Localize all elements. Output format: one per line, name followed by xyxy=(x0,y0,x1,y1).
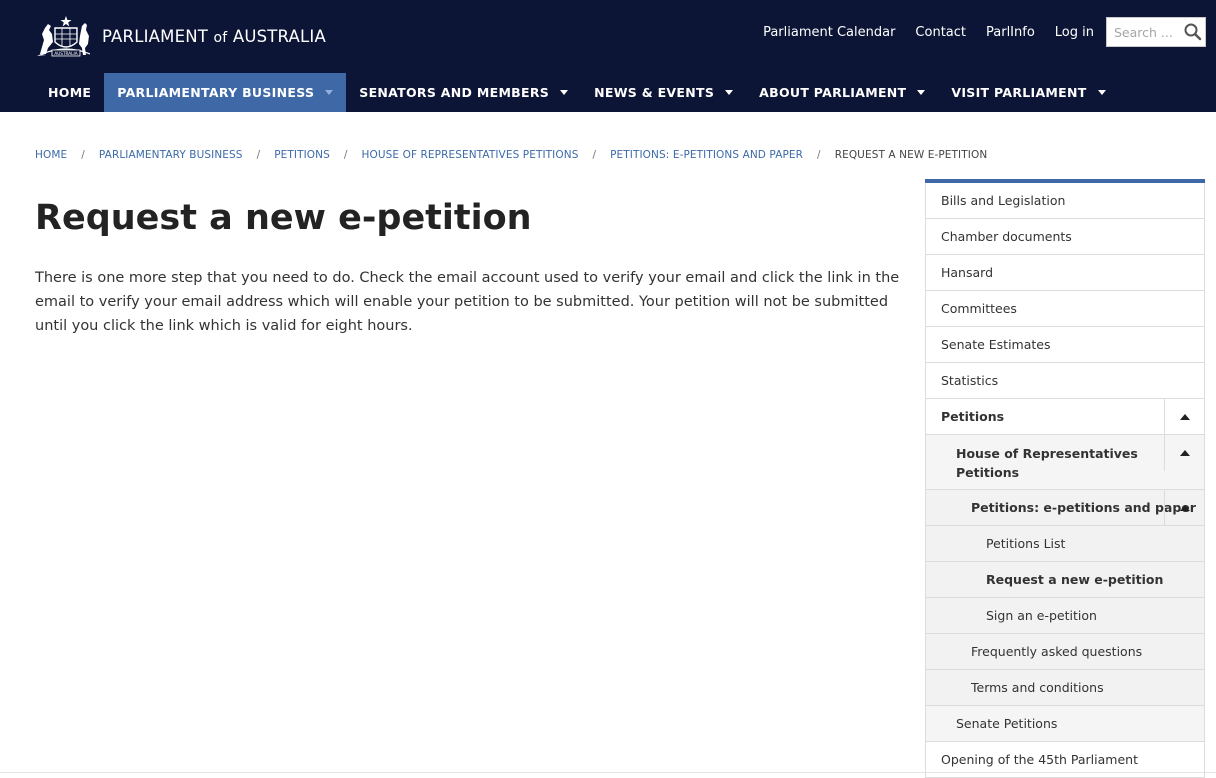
breadcrumb-separator: / xyxy=(343,149,348,161)
coat-of-arms-icon: AUSTRALIA xyxy=(36,16,91,57)
breadcrumb: HOME / PARLIAMENTARY BUSINESS / PETITION… xyxy=(35,147,987,163)
search-box[interactable]: Search ... xyxy=(1106,17,1206,47)
sidebar-item-label: Request a new e-petition xyxy=(986,572,1164,587)
breadcrumb-home[interactable]: HOME xyxy=(35,149,67,161)
page-title: Request a new e-petition xyxy=(35,198,532,238)
contact-link[interactable]: Contact xyxy=(915,25,966,40)
logo-text-country: AUSTRALIA xyxy=(232,26,326,46)
crest-banner-text: AUSTRALIA xyxy=(54,51,77,56)
logo-text-of: of xyxy=(213,29,228,46)
breadcrumb-separator: / xyxy=(592,149,597,161)
nav-about-parliament[interactable]: ABOUT PARLIAMENT xyxy=(746,73,938,112)
nav-news-events[interactable]: NEWS & EVENTS xyxy=(581,73,746,112)
logo-text-main: PARLIAMENT xyxy=(101,26,209,46)
breadcrumb-parliamentary-business[interactable]: PARLIAMENTARY BUSINESS xyxy=(99,149,243,161)
sidebar-item-sign-e-petition[interactable]: Sign an e-petition xyxy=(925,598,1205,634)
collapse-toggle[interactable] xyxy=(1164,435,1204,471)
sidebar-item-statistics[interactable]: Statistics xyxy=(925,363,1205,399)
sidebar-item-label: House of Representatives Petitions xyxy=(956,446,1138,480)
instructions-text: There is one more step that you need to … xyxy=(35,270,900,334)
search-icon[interactable] xyxy=(1183,22,1203,42)
main-nav: HOME PARLIAMENTARY BUSINESS SENATORS AND… xyxy=(35,73,1119,112)
log-in-link[interactable]: Log in xyxy=(1055,25,1094,40)
sidebar-item-chamber-documents[interactable]: Chamber documents xyxy=(925,219,1205,255)
utility-nav: Parliament Calendar Contact ParlInfo Log… xyxy=(763,17,1206,47)
sidebar-item-senate-estimates[interactable]: Senate Estimates xyxy=(925,327,1205,363)
triangle-up-icon xyxy=(1179,504,1190,511)
sidebar-item-e-petitions-and-paper[interactable]: Petitions: e-petitions and paper xyxy=(925,490,1205,526)
sidebar-item-label: Committees xyxy=(941,301,1017,316)
chevron-down-icon xyxy=(325,90,334,95)
sidebar-item-bills-and-legislation[interactable]: Bills and Legislation xyxy=(925,183,1205,219)
page-divider xyxy=(0,772,1216,773)
sidebar-item-label: Hansard xyxy=(941,265,994,280)
sidebar-item-senate-petitions[interactable]: Senate Petitions xyxy=(925,706,1205,742)
nav-about-parliament-label: ABOUT PARLIAMENT xyxy=(759,85,907,100)
site-header: AUSTRALIA PARLIAMENT of AUSTRALIA Parlia… xyxy=(0,0,1216,112)
breadcrumb-petitions[interactable]: PETITIONS xyxy=(274,149,330,161)
breadcrumb-separator: / xyxy=(817,149,821,161)
sidebar-item-label: Chamber documents xyxy=(941,229,1072,244)
sidebar-item-hansard[interactable]: Hansard xyxy=(925,255,1205,291)
nav-senators-and-members-label: SENATORS AND MEMBERS xyxy=(359,85,550,100)
sidebar-item-request-new-e-petition[interactable]: Request a new e-petition xyxy=(925,562,1205,598)
triangle-up-icon xyxy=(1179,450,1190,456)
nav-news-events-label: NEWS & EVENTS xyxy=(594,85,715,100)
sidebar-item-petitions[interactable]: Petitions xyxy=(925,399,1205,435)
collapse-toggle[interactable] xyxy=(1164,490,1204,525)
nav-home[interactable]: HOME xyxy=(35,73,104,112)
parliament-calendar-link[interactable]: Parliament Calendar xyxy=(763,25,895,40)
nav-senators-and-members[interactable]: SENATORS AND MEMBERS xyxy=(346,73,581,112)
nav-visit-parliament[interactable]: VISIT PARLIAMENT xyxy=(938,73,1118,112)
sidebar-item-label: Opening of the 45th Parliament xyxy=(941,752,1138,767)
sidebar-item-label: Petitions: e-petitions and paper xyxy=(971,500,1196,515)
sidebar-item-petitions-list[interactable]: Petitions List xyxy=(925,526,1205,562)
nav-parliamentary-business[interactable]: PARLIAMENTARY BUSINESS xyxy=(104,73,347,112)
section-sidebar: Bills and Legislation Chamber documents … xyxy=(925,179,1205,778)
sidebar-item-house-of-representatives-petitions[interactable]: House of Representatives Petitions xyxy=(925,435,1205,490)
breadcrumb-separator: / xyxy=(256,149,261,161)
triangle-up-icon xyxy=(1179,413,1190,420)
nav-home-label: HOME xyxy=(48,85,92,100)
sidebar-item-label: Senate Petitions xyxy=(956,716,1058,731)
sidebar-item-label: Statistics xyxy=(941,373,999,388)
breadcrumb-current: REQUEST A NEW E-PETITION xyxy=(834,149,988,161)
nav-parliamentary-business-label: PARLIAMENTARY BUSINESS xyxy=(117,85,315,100)
breadcrumb-separator: / xyxy=(81,149,85,161)
site-logo[interactable]: AUSTRALIA PARLIAMENT of AUSTRALIA xyxy=(36,14,326,58)
chevron-down-icon xyxy=(1097,90,1106,95)
sidebar-item-committees[interactable]: Committees xyxy=(925,291,1205,327)
sidebar-item-label: Frequently asked questions xyxy=(971,644,1143,659)
chevron-down-icon xyxy=(560,90,569,95)
chevron-down-icon xyxy=(917,90,926,95)
site-title: PARLIAMENT of AUSTRALIA xyxy=(102,27,326,46)
sidebar-item-faq[interactable]: Frequently asked questions xyxy=(925,634,1205,670)
sidebar-item-label: Bills and Legislation xyxy=(941,193,1066,208)
sidebar-item-label: Petitions List xyxy=(986,536,1066,551)
search-input[interactable]: Search ... xyxy=(1107,25,1183,40)
breadcrumb-e-petitions-and-paper[interactable]: PETITIONS: E-PETITIONS AND PAPER xyxy=(610,149,803,161)
sidebar-item-label: Sign an e-petition xyxy=(986,608,1097,623)
sidebar-item-label: Terms and conditions xyxy=(971,680,1104,695)
nav-visit-parliament-label: VISIT PARLIAMENT xyxy=(951,85,1087,100)
sidebar-item-label: Senate Estimates xyxy=(941,337,1051,352)
sidebar-item-label: Petitions xyxy=(941,409,1005,424)
chevron-down-icon xyxy=(725,90,734,95)
breadcrumb-house-petitions[interactable]: HOUSE OF REPRESENTATIVES PETITIONS xyxy=(362,149,579,161)
collapse-toggle[interactable] xyxy=(1164,399,1204,434)
parlinfo-link[interactable]: ParlInfo xyxy=(986,25,1035,40)
sidebar-item-terms-and-conditions[interactable]: Terms and conditions xyxy=(925,670,1205,706)
